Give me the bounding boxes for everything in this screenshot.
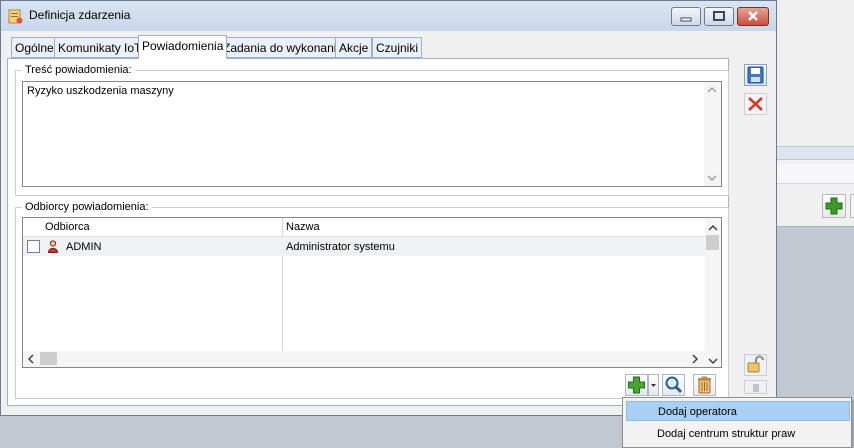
delete-recipient-button[interactable]: [693, 374, 716, 396]
save-button[interactable]: [744, 64, 767, 86]
maximize-button[interactable]: [704, 7, 734, 26]
maximize-icon: [713, 11, 725, 21]
app-icon: [8, 9, 23, 24]
tab-zadania-do-wykonania[interactable]: Zadania do wykonania: [219, 37, 348, 58]
tab-akcje[interactable]: Akcje: [335, 37, 373, 58]
recipients-label: Odbiorcy powiadomienia:: [22, 201, 152, 213]
grid-horizontal-scrollbar[interactable]: [23, 351, 705, 367]
close-icon: [748, 97, 763, 111]
save-icon: [747, 66, 764, 84]
add-dropdown-button[interactable]: [648, 374, 659, 396]
column-header-nazwa[interactable]: Nazwa: [286, 218, 320, 236]
content-label: Treść powiadomienia:: [22, 64, 135, 76]
minimize-button[interactable]: [671, 7, 701, 26]
grid-scroll-down-icon[interactable]: [708, 355, 718, 368]
grid-scroll-left-icon[interactable]: [27, 354, 34, 367]
content-scrollbar[interactable]: [704, 82, 721, 186]
history-icon: [753, 384, 759, 392]
add-context-menu: Dodaj operatora Dodaj centrum struktur p…: [622, 397, 852, 448]
close-icon: [748, 11, 758, 21]
grid-vertical-scrollbar[interactable]: [705, 218, 721, 367]
scroll-down-icon[interactable]: [705, 174, 719, 185]
scroll-up-icon[interactable]: [705, 85, 719, 96]
column-header-odbiorca[interactable]: Odbiorca: [45, 218, 90, 236]
tab-czujniki[interactable]: Czujniki: [372, 37, 423, 58]
cancel-button[interactable]: [744, 93, 767, 115]
plus-icon: [628, 376, 645, 394]
search-button[interactable]: [662, 374, 685, 396]
background-dropdown-button[interactable]: [850, 194, 854, 218]
minimize-icon: [680, 17, 692, 22]
name-cell: Administrator systemu: [286, 241, 395, 253]
background-add-button[interactable]: [822, 194, 846, 218]
user-icon: [47, 240, 59, 253]
grid-scroll-right-icon[interactable]: [692, 354, 699, 367]
trash-icon: [698, 376, 711, 394]
grid-hscroll-thumb[interactable]: [40, 352, 57, 365]
add-recipient-button[interactable]: [625, 374, 648, 396]
recipient-cell: ADMIN: [66, 241, 102, 253]
close-button[interactable]: [737, 7, 769, 26]
menu-item-dodaj-operatora[interactable]: Dodaj operatora: [626, 401, 850, 421]
tab-ogolne[interactable]: Ogólne: [11, 37, 58, 58]
tab-powiadomienia[interactable]: Powiadomienia: [138, 35, 228, 59]
chevron-down-icon: [651, 384, 656, 387]
unlock-button[interactable]: [744, 354, 767, 376]
window-title: Definicja zdarzenia: [29, 8, 131, 22]
grid-scroll-up-icon[interactable]: [708, 221, 718, 234]
content-textarea[interactable]: Ryzyko uszkodzenia maszyny: [22, 81, 722, 187]
content-text: Ryzyko uszkodzenia maszyny: [27, 85, 174, 97]
grid-scroll-thumb[interactable]: [706, 235, 719, 250]
history-button[interactable]: [744, 380, 767, 394]
row-checkbox[interactable]: [27, 240, 40, 253]
unlock-icon: [747, 355, 764, 373]
tab-komunikaty-iot[interactable]: Komunikaty IoT: [54, 37, 146, 58]
plus-icon: [825, 197, 843, 215]
background-header-band: [775, 146, 854, 160]
search-icon: [665, 376, 683, 394]
background-row-band: [775, 164, 854, 184]
menu-item-dodaj-centrum-struktur-praw[interactable]: Dodaj centrum struktur praw: [626, 424, 850, 444]
